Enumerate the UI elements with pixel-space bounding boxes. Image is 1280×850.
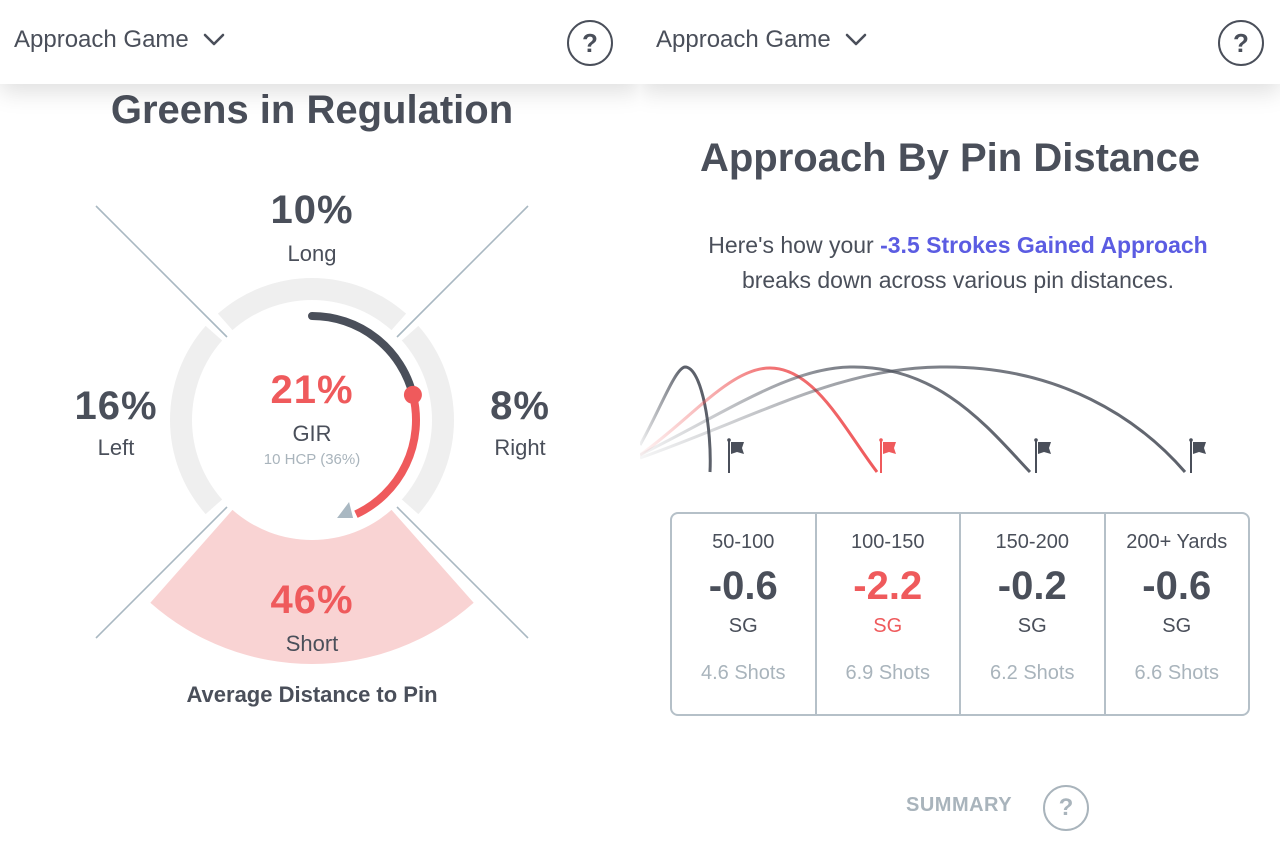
strokes-gained-value: -0.6	[1142, 564, 1212, 608]
pin-flag-icon	[1034, 438, 1051, 473]
miss-right-label: Right	[494, 435, 546, 460]
intro-before: Here's how your	[708, 232, 881, 258]
help-circle-icon: ?	[1233, 27, 1249, 58]
strokes-gained-label: SG	[728, 615, 758, 637]
intro-after: breaks down across various pin distances…	[741, 267, 1175, 293]
help-button[interactable]: ?	[1218, 20, 1264, 66]
miss-short-label: Short	[285, 631, 339, 656]
pin-flag-icon	[1189, 438, 1206, 473]
distance-card-100-150[interactable]: 100-150 -2.2 SG 6.9 Shots	[817, 514, 961, 714]
average-distance-heading: Average Distance to Pin	[186, 682, 438, 707]
divider-line-ne	[396, 205, 529, 338]
gir-value: 21%	[270, 368, 354, 412]
shots-count: 6.9 Shots	[845, 662, 930, 684]
pin-distance-table: 50-100 -0.6 SG 4.6 Shots 100-150 -2.2 SG…	[670, 512, 1250, 716]
divider-line-nw	[95, 205, 228, 338]
miss-left-value: 16%	[74, 384, 158, 428]
top-bar: Approach Game ?	[640, 0, 1280, 84]
miss-right-value: 8%	[490, 384, 550, 428]
approach-by-pin-distance-panel: Approach Game ? Approach By Pin Distance…	[640, 0, 1280, 850]
distance-card-200-plus[interactable]: 200+ Yards -0.6 SG 6.6 Shots	[1106, 514, 1249, 714]
shots-count: 4.6 Shots	[700, 662, 786, 684]
chevron-down-icon	[845, 33, 867, 46]
miss-long: 10% Long	[242, 188, 382, 267]
miss-long-value: 10%	[270, 188, 354, 232]
strokes-gained-value: -2.2	[853, 564, 923, 608]
section-dropdown[interactable]: Approach Game	[656, 26, 867, 54]
distance-card-150-200[interactable]: 150-200 -0.2 SG 6.2 Shots	[961, 514, 1106, 714]
miss-left-label: Left	[97, 435, 135, 460]
strokes-gained-value: -0.6	[708, 564, 778, 608]
help-button[interactable]: ?	[567, 20, 613, 66]
section-dropdown[interactable]: Approach Game	[14, 26, 225, 54]
strokes-gained-link[interactable]: -3.5 Strokes Gained Approach	[880, 232, 1208, 258]
pin-flag-icon	[727, 438, 744, 473]
gir-label: GIR	[292, 421, 332, 446]
greens-in-regulation-panel: Approach Game ? Greens in Regulation 10%…	[0, 0, 640, 850]
distance-card-50-100[interactable]: 50-100 -0.6 SG 4.6 Shots	[672, 514, 817, 714]
chevron-down-icon	[203, 33, 225, 46]
strokes-gained-label: SG	[1162, 615, 1192, 637]
section-dropdown-label: Approach Game	[14, 26, 189, 53]
pin-flag-icon	[879, 438, 896, 473]
strokes-gained-label: SG	[1017, 615, 1047, 637]
top-bar: Approach Game ?	[0, 0, 640, 84]
gir-center: 21% GIR 10 HCP (36%)	[222, 368, 402, 468]
shots-count: 6.6 Shots	[1134, 662, 1219, 684]
shots-count: 6.2 Shots	[989, 662, 1075, 684]
miss-right: 8% Right	[450, 384, 590, 461]
intro-text: Here's how your -3.5 Strokes Gained Appr…	[640, 228, 1276, 298]
trajectory-illustration	[640, 365, 1206, 474]
miss-short: 46% Short	[242, 578, 382, 657]
trajectory-200-plus	[640, 365, 1187, 473]
distance-range: 200+ Yards	[1126, 531, 1228, 553]
gir-benchmark: 10 HCP (36%)	[263, 451, 361, 468]
miss-short-value: 46%	[270, 578, 354, 622]
strokes-gained-value: -0.2	[997, 564, 1067, 608]
trajectory-50-100	[640, 365, 712, 473]
summary-link[interactable]: SUMMARY	[906, 794, 1012, 817]
miss-long-label: Long	[287, 241, 337, 266]
help-circle-icon: ?	[582, 27, 598, 58]
summary-help-button[interactable]: ?	[1043, 785, 1089, 831]
strokes-gained-label: SG	[873, 615, 903, 637]
distance-range: 50-100	[712, 531, 775, 553]
page-title: Approach By Pin Distance	[699, 136, 1201, 180]
distance-range: 100-150	[851, 531, 925, 553]
help-circle-icon: ?	[1058, 794, 1074, 821]
miss-left: 16% Left	[46, 384, 186, 461]
distance-range: 150-200	[995, 531, 1069, 553]
section-dropdown-label: Approach Game	[656, 26, 831, 53]
gir-marker	[403, 385, 422, 404]
